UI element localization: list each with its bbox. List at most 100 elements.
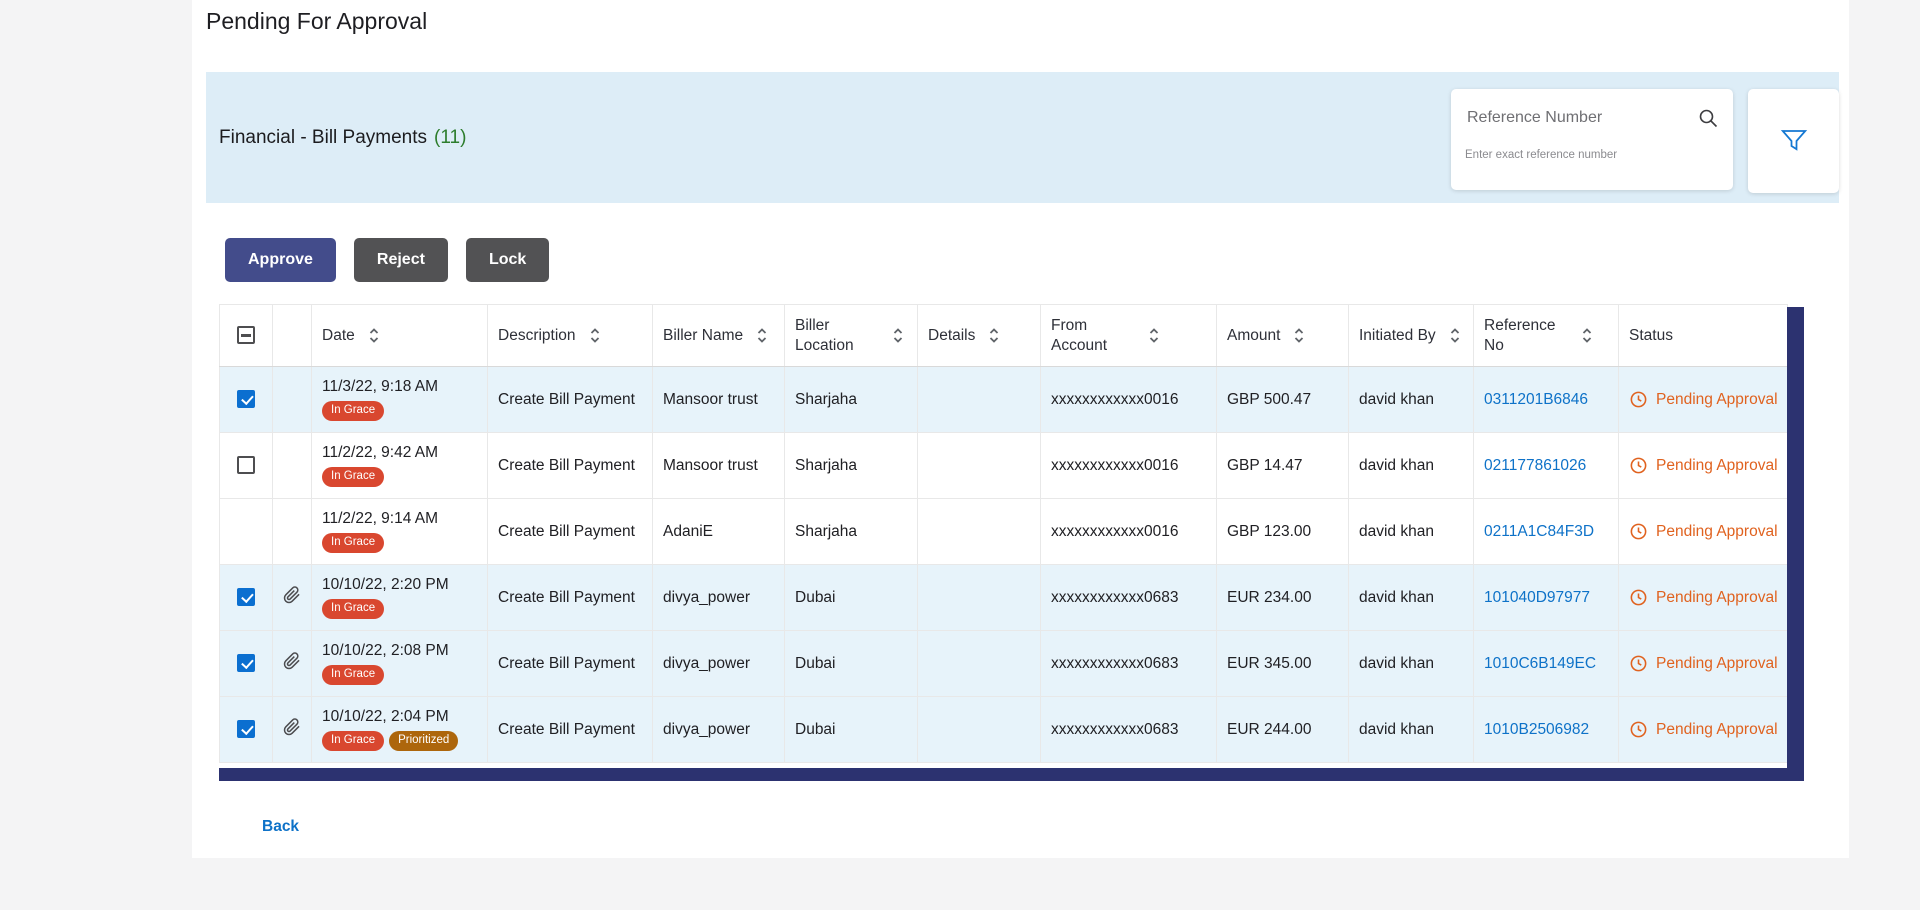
sort-icon[interactable] <box>589 326 601 345</box>
reject-button[interactable]: Reject <box>354 238 448 282</box>
sort-icon[interactable] <box>368 326 380 345</box>
back-link[interactable]: Back <box>262 818 299 836</box>
clock-icon <box>1629 456 1648 475</box>
reference-link[interactable]: 1010C6B149EC <box>1484 655 1596 672</box>
reference-link[interactable]: 0211A1C84F3D <box>1484 523 1594 540</box>
clock-icon <box>1629 654 1648 673</box>
in-grace-badge: In Grace <box>322 731 384 751</box>
initiated-by-cell: david khan <box>1349 631 1474 697</box>
select-all-checkbox[interactable] <box>237 326 255 344</box>
row-checkbox[interactable] <box>237 720 255 738</box>
reference-search-input[interactable] <box>1465 108 1697 128</box>
from-account-cell: xxxxxxxxxxxx0683 <box>1041 631 1217 697</box>
description-cell: Create Bill Payment <box>488 367 653 433</box>
section-title-wrap: Financial - Bill Payments (11) <box>219 72 466 203</box>
table-row: 10/10/22, 2:04 PM In GracePrioritized Cr… <box>220 697 1788 763</box>
page-title: Pending For Approval <box>206 8 427 35</box>
sort-icon[interactable] <box>892 326 904 345</box>
vertical-scrollbar[interactable] <box>1787 307 1804 770</box>
from-account-cell: xxxxxxxxxxxx0016 <box>1041 367 1217 433</box>
section-title: Financial - Bill Payments <box>219 127 427 149</box>
initiated-by-cell: david khan <box>1349 499 1474 565</box>
col-header-reference-no[interactable]: Reference No <box>1484 316 1568 355</box>
amount-cell: EUR 345.00 <box>1217 631 1349 697</box>
table-row: 11/3/22, 9:18 AM In Grace Create Bill Pa… <box>220 367 1788 433</box>
reference-link[interactable]: 1010B2506982 <box>1484 721 1589 738</box>
reference-link[interactable]: 101040D97977 <box>1484 589 1590 606</box>
approve-button[interactable]: Approve <box>225 238 336 282</box>
initiated-by-cell: david khan <box>1349 565 1474 631</box>
paperclip-icon[interactable] <box>283 718 301 736</box>
search-icon[interactable] <box>1697 107 1719 129</box>
date-cell: 10/10/22, 2:20 PM <box>322 576 477 595</box>
biller-location-cell: Dubai <box>785 631 918 697</box>
initiated-by-cell: david khan <box>1349 367 1474 433</box>
amount-cell: GBP 500.47 <box>1217 367 1349 433</box>
table-row: 10/10/22, 2:08 PM In Grace Create Bill P… <box>220 631 1788 697</box>
row-checkbox[interactable] <box>237 654 255 672</box>
reference-link[interactable]: 0311201B6846 <box>1484 391 1588 408</box>
description-cell: Create Bill Payment <box>488 433 653 499</box>
description-cell: Create Bill Payment <box>488 565 653 631</box>
biller-name-cell: divya_power <box>653 565 785 631</box>
lock-button[interactable]: Lock <box>466 238 549 282</box>
biller-name-cell: divya_power <box>653 697 785 763</box>
row-checkbox[interactable] <box>237 456 255 474</box>
content-card: Pending For Approval Financial - Bill Pa… <box>192 0 1849 858</box>
biller-name-cell: Mansoor trust <box>653 367 785 433</box>
row-checkbox[interactable] <box>237 390 255 408</box>
biller-name-cell: Mansoor trust <box>653 433 785 499</box>
sort-icon[interactable] <box>1293 326 1305 345</box>
search-hint: Enter exact reference number <box>1451 147 1733 161</box>
clock-icon <box>1629 720 1648 739</box>
horizontal-scrollbar[interactable] <box>219 768 1804 781</box>
paperclip-icon[interactable] <box>283 652 301 670</box>
biller-location-cell: Sharjaha <box>785 367 918 433</box>
paperclip-icon[interactable] <box>283 586 301 604</box>
col-header-from-account[interactable]: From Account <box>1051 316 1135 355</box>
biller-location-cell: Dubai <box>785 565 918 631</box>
table-row: 11/2/22, 9:14 AM In Grace Create Bill Pa… <box>220 499 1788 565</box>
details-cell <box>918 367 1041 433</box>
approvals-table: Date Description Biller Name Biller Loca… <box>219 304 1788 763</box>
filter-icon <box>1779 126 1809 156</box>
description-cell: Create Bill Payment <box>488 499 653 565</box>
col-header-biller-name[interactable]: Biller Name <box>663 326 743 345</box>
amount-cell: GBP 123.00 <box>1217 499 1349 565</box>
status-cell: Pending Approval <box>1629 588 1777 607</box>
in-grace-badge: In Grace <box>322 665 384 685</box>
description-cell: Create Bill Payment <box>488 631 653 697</box>
col-header-initiated-by[interactable]: Initiated By <box>1359 326 1436 345</box>
col-header-status: Status <box>1629 326 1673 345</box>
status-cell: Pending Approval <box>1629 390 1777 409</box>
sort-icon[interactable] <box>1581 326 1593 345</box>
status-cell: Pending Approval <box>1629 456 1777 475</box>
clock-icon <box>1629 522 1648 541</box>
date-cell: 10/10/22, 2:04 PM <box>322 708 477 727</box>
reference-link[interactable]: 021177861026 <box>1484 457 1586 474</box>
sort-icon[interactable] <box>1449 326 1461 345</box>
row-checkbox[interactable] <box>237 588 255 606</box>
in-grace-badge: In Grace <box>322 467 384 487</box>
col-header-description[interactable]: Description <box>498 326 576 345</box>
sort-icon[interactable] <box>1148 326 1160 345</box>
biller-location-cell: Dubai <box>785 697 918 763</box>
filter-button[interactable] <box>1748 89 1839 193</box>
col-header-date[interactable]: Date <box>322 326 355 345</box>
date-cell: 11/3/22, 9:18 AM <box>322 378 477 397</box>
pending-approval-text: Pending Approval <box>1656 523 1778 541</box>
reference-search-card: Enter exact reference number <box>1451 89 1733 190</box>
date-cell: 11/2/22, 9:42 AM <box>322 444 477 463</box>
sort-icon[interactable] <box>756 326 768 345</box>
col-header-biller-location[interactable]: Biller Location <box>795 316 879 355</box>
clock-icon <box>1629 390 1648 409</box>
col-header-amount[interactable]: Amount <box>1227 326 1280 345</box>
col-header-details[interactable]: Details <box>928 326 975 345</box>
section-count: (11) <box>434 127 466 149</box>
table-header-row: Date Description Biller Name Biller Loca… <box>220 305 1788 367</box>
in-grace-badge: In Grace <box>322 533 384 553</box>
pending-approval-text: Pending Approval <box>1656 655 1778 673</box>
sort-icon[interactable] <box>988 326 1000 345</box>
amount-cell: GBP 14.47 <box>1217 433 1349 499</box>
amount-cell: EUR 234.00 <box>1217 565 1349 631</box>
